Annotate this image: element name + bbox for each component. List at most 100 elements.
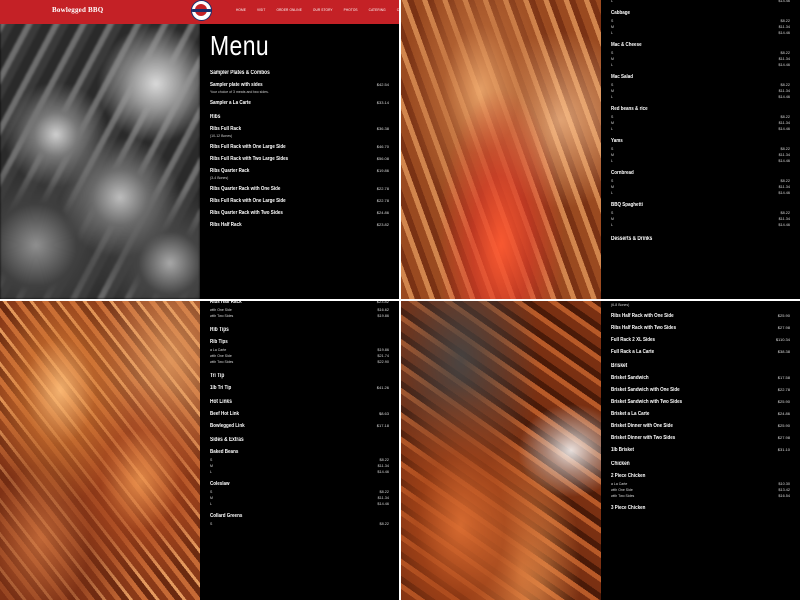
menu-item[interactable]: Coleslaw xyxy=(210,481,389,487)
menu-item-price: $41.26 xyxy=(376,385,389,390)
size-price: $14.46 xyxy=(778,223,790,227)
menu-item[interactable]: Sampler plate with sides $42.54 xyxy=(210,82,389,88)
menu-item[interactable]: Full Rack a La Carte $38.38 xyxy=(611,349,790,355)
size-label: with Two Sides xyxy=(210,314,234,318)
menu-item-name: Collard Greens xyxy=(210,513,243,519)
nav-link[interactable]: PHOTOS xyxy=(344,8,358,12)
menu-item-price: $22.78 xyxy=(376,186,389,191)
menu-item-name: Ribs Half Rack xyxy=(210,301,242,305)
menu-item-name: Ribs Full Rack with Two Large Sides xyxy=(210,156,289,162)
nav-link[interactable]: ORDER ONLINE xyxy=(276,8,301,12)
size-price-list: S $8.22 M $11.34 L $14.46 xyxy=(611,178,790,196)
menu-item[interactable]: Ribs Full Rack with One Large Side $22.78 xyxy=(210,198,389,204)
menu-item[interactable]: Sampler a La Carte $33.14 xyxy=(210,100,389,106)
menu-item[interactable]: Bowlegged Link $17.18 xyxy=(210,423,389,429)
nav-link[interactable]: OUR STORY xyxy=(313,8,333,12)
menu-item[interactable]: Mac & Cheese xyxy=(611,42,790,48)
size-label: L xyxy=(611,0,613,3)
menu-item-price: $25.90 xyxy=(777,399,790,404)
brand-name[interactable]: Bowlegged BBQ xyxy=(52,6,103,14)
nav-link[interactable]: CONTACT US xyxy=(397,8,399,12)
menu-item[interactable]: BBQ Spaghetti xyxy=(611,202,790,208)
menu-item[interactable]: Ribs Quarter Rack with Two Sides $24.86 xyxy=(210,210,389,216)
menu-item[interactable]: Brisket a La Carte $24.86 xyxy=(611,411,790,417)
menu-item[interactable]: 3 Piece Chicken xyxy=(611,505,790,511)
menu-item-price: $42.54 xyxy=(376,82,389,87)
size-price: $14.46 xyxy=(778,95,790,99)
size-price: $14.46 xyxy=(377,502,389,506)
menu-item-name: Full Rack a La Carte xyxy=(611,349,655,355)
menu-category-heading: Brisket xyxy=(611,363,628,369)
menu-item[interactable]: Brisket Dinner with One Side $25.90 xyxy=(611,423,790,429)
size-price: $22.90 xyxy=(377,360,389,364)
menu-item[interactable]: Beef Hot Link $8.63 xyxy=(210,411,389,417)
size-label: L xyxy=(611,95,613,99)
menu-item[interactable]: Yams xyxy=(611,138,790,144)
menu-item-name: Cabbage xyxy=(611,10,631,16)
size-price-row: L $14.46 xyxy=(611,222,790,228)
menu-item[interactable]: Brisket Dinner with Two Sides $27.98 xyxy=(611,435,790,441)
menu-panel: (6-8 Bones) Ribs Half Rack with One Side $… xyxy=(601,301,800,600)
logo-icon[interactable] xyxy=(191,0,212,21)
size-price-row: L $14.46 xyxy=(611,158,790,164)
size-price-list: S $8.22 M $11.34 L $14.46 xyxy=(611,18,790,36)
menu-item-name: Ribs Full Rack with One Large Side xyxy=(210,144,286,150)
menu-item[interactable]: Ribs Half Rack with One Side $25.90 xyxy=(611,313,790,319)
menu-item[interactable]: Full Rack 2 XL Sides $110.34 xyxy=(611,337,790,343)
menu-item-price: $25.90 xyxy=(777,313,790,318)
menu-item[interactable]: Brisket Sandwich with One Side $22.78 xyxy=(611,387,790,393)
menu-item[interactable]: 1lb Brisket $31.10 xyxy=(611,447,790,453)
menu-item-name: 2 Piece Chicken xyxy=(611,473,646,479)
size-price: $14.46 xyxy=(778,191,790,195)
size-price-row: L $14.46 xyxy=(611,190,790,196)
menu-item[interactable]: Rib Tips xyxy=(210,339,389,345)
menu-item[interactable]: Cornbread xyxy=(611,170,790,176)
menu-item-price: $31.10 xyxy=(777,447,790,452)
size-price-list: S $8.22 M $11.34 L $14.46 xyxy=(611,114,790,132)
nav-link[interactable]: CATERING xyxy=(369,8,386,12)
menu-item[interactable]: Ribs Half Rack $23.82 xyxy=(210,222,389,228)
menu-item[interactable]: Brisket Sandwich with Two Sides $25.90 xyxy=(611,399,790,405)
menu-item[interactable]: Ribs Half Rack $23.82 xyxy=(210,301,389,305)
menu-item[interactable]: Red beans & rice xyxy=(611,106,790,112)
size-price-row: L $14.46 xyxy=(611,62,790,68)
menu-title: Menu xyxy=(210,30,270,61)
menu-item[interactable]: 1lb Tri Tip $41.26 xyxy=(210,385,389,391)
food-photo xyxy=(401,0,601,299)
menu-panel: Ribs Half Rack $23.82 with One Side $16.62 w… xyxy=(200,301,399,600)
menu-item-name: Bowlegged Link xyxy=(210,423,245,429)
menu-item-name: Brisket Sandwich with Two Sides xyxy=(611,399,683,405)
size-price-list: S $8.22 M $11.34 L $14.46 xyxy=(611,146,790,164)
menu-item-price: $22.78 xyxy=(777,387,790,392)
screenshot-bottom-left: Ribs Half Rack $23.82 with One Side $16.62 w… xyxy=(0,301,399,600)
screenshot-bottom-right: (6-8 Bones) Ribs Half Rack with One Side $… xyxy=(401,301,800,600)
menu-item[interactable]: Ribs Full Rack with One Large Side $46.70 xyxy=(210,144,389,150)
menu-item[interactable]: Cabbage xyxy=(611,10,790,16)
menu-item-price: $19.86 xyxy=(376,168,389,173)
menu-item-name: Brisket Dinner with One Side xyxy=(611,423,673,429)
nav-link[interactable]: VISIT xyxy=(257,8,265,12)
menu-item[interactable]: Ribs Full Rack with Two Large Sides $56.0… xyxy=(210,156,389,162)
nav-link[interactable]: HOME xyxy=(236,8,246,12)
menu-item-price: $22.78 xyxy=(376,198,389,203)
size-label: L xyxy=(611,191,613,195)
menu-item[interactable]: Mac Salad xyxy=(611,74,790,80)
menu-item-name: Mac Salad xyxy=(611,74,634,80)
size-price-row: L $14.46 xyxy=(210,469,389,475)
menu-item[interactable]: Baked Beans xyxy=(210,449,389,455)
size-price-row: with Two Sides $19.86 xyxy=(210,313,389,319)
menu-item-name: Full Rack 2 XL Sides xyxy=(611,337,656,343)
menu-item-name: 1lb Tri Tip xyxy=(210,385,232,391)
menu-item-name: Brisket a La Carte xyxy=(611,411,650,417)
menu-item[interactable]: Ribs Quarter Rack with One Side $22.78 xyxy=(210,186,389,192)
menu-item[interactable]: Ribs Quarter Rack $19.86 xyxy=(210,168,389,174)
menu-item[interactable]: Brisket Sandwich $17.58 xyxy=(611,375,790,381)
menu-item-name: Sampler plate with sides xyxy=(210,82,263,88)
menu-item[interactable]: Ribs Full Rack $36.38 xyxy=(210,126,389,132)
menu-item[interactable]: Ribs Half Rack with Two Sides $27.98 xyxy=(611,325,790,331)
menu-item[interactable]: Collard Greens xyxy=(210,513,389,519)
menu-list: L $14.46 Cabbage S $8.22 M $11.34 L $14.46 Mac & … xyxy=(611,0,790,242)
menu-item-name: Baked Beans xyxy=(210,449,239,455)
menu-item[interactable]: 2 Piece Chicken xyxy=(611,473,790,479)
size-price-row: L $14.46 xyxy=(611,0,790,4)
